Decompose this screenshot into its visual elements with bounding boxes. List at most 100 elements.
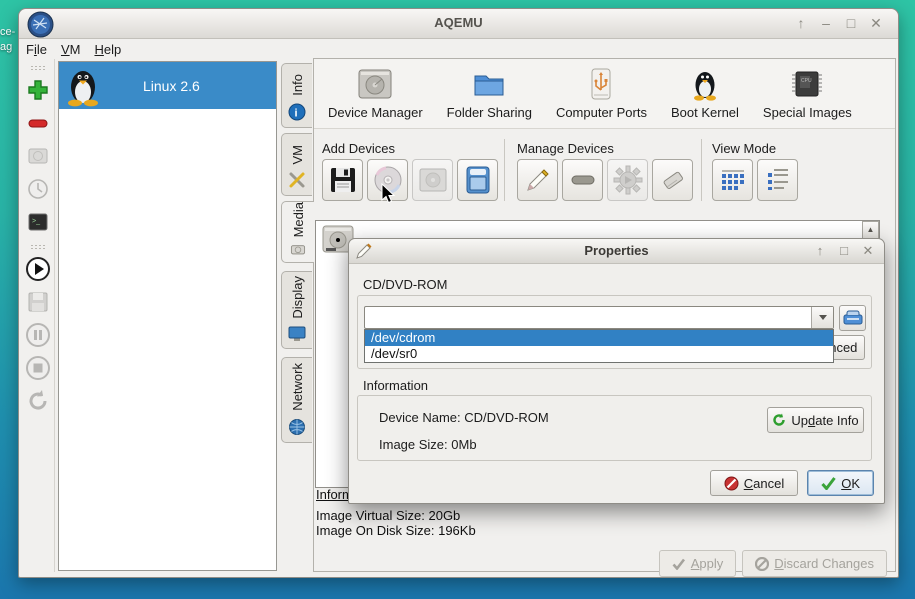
remove-device-button[interactable]	[562, 159, 603, 201]
combobox-dropdown-button[interactable]	[811, 307, 833, 328]
menu-file[interactable]: File	[26, 42, 47, 57]
menu-help[interactable]: Help	[94, 42, 121, 57]
shade-button[interactable]: ↑	[793, 14, 809, 32]
add-devices-label: Add Devices	[322, 141, 395, 156]
svg-text:>_: >_	[32, 218, 40, 225]
icon-grid-icon	[719, 166, 747, 194]
format-device-button[interactable]	[652, 159, 693, 201]
vm-list[interactable]: Linux 2.6	[58, 61, 277, 571]
info-icon: i	[288, 103, 306, 121]
device-path-dropdown[interactable]: /dev/cdrom /dev/sr0	[364, 329, 834, 363]
view-details-button[interactable]	[757, 159, 798, 201]
start-vm-button[interactable]	[25, 256, 51, 282]
properties-dialog: Properties ↑ □ ✕ CD/DVD-ROM Advanced /de…	[348, 238, 885, 504]
dialog-title: Properties	[349, 243, 884, 258]
image-virtual-size: Image Virtual Size: 20Gb	[316, 508, 460, 523]
floppy-icon	[329, 166, 357, 194]
tux-icon	[688, 68, 722, 102]
scroll-up-button[interactable]: ▲	[862, 221, 879, 239]
remove-pill-icon	[569, 166, 597, 194]
hdd-icon	[354, 68, 396, 102]
terminal-button[interactable]: >_	[25, 209, 51, 235]
toolbar-separator	[504, 139, 505, 201]
minimize-button[interactable]: –	[818, 14, 834, 32]
desktop: ce- ag AQEMU ↑ – □ ✕ File VM Help	[0, 0, 915, 599]
reset-vm-button[interactable]	[25, 388, 51, 414]
update-info-button[interactable]: Update Info	[767, 407, 864, 433]
vm-actions-toolbar: >_	[22, 59, 55, 572]
device-name-text: Device Name: CD/DVD-ROM	[379, 410, 549, 425]
tux-penguin-icon	[63, 65, 103, 107]
check-icon	[672, 558, 686, 570]
pause-vm-button[interactable]	[25, 322, 51, 348]
device-container-icon	[465, 165, 491, 195]
menubar: File VM Help	[19, 39, 898, 59]
hdd-button[interactable]	[25, 143, 51, 169]
remove-vm-button[interactable]	[25, 110, 51, 136]
desktop-icon-label-fragment: ag	[0, 41, 12, 53]
add-floppy-button[interactable]	[322, 159, 363, 201]
add-device-button[interactable]	[457, 159, 498, 201]
stop-vm-button[interactable]	[25, 355, 51, 381]
discard-changes-button[interactable]: Discard Changes	[742, 550, 887, 577]
image-size-text: Image Size: 0Mb	[379, 437, 477, 452]
dialog-close-button[interactable]: ✕	[860, 242, 876, 260]
cancel-icon	[724, 476, 739, 491]
view-icons-button[interactable]	[712, 159, 753, 201]
dialog-titlebar[interactable]: Properties ↑ □ ✕	[349, 239, 884, 264]
device-properties-button[interactable]	[607, 159, 648, 201]
menu-vm[interactable]: VM	[61, 42, 81, 57]
tools-icon	[288, 171, 306, 189]
tab-media[interactable]: Media	[281, 201, 314, 263]
svg-text:i: i	[295, 108, 298, 120]
mouse-cursor	[381, 183, 397, 205]
snapshot-clock-button[interactable]	[25, 176, 51, 202]
usb-icon	[580, 68, 622, 102]
toolbar-grip[interactable]	[30, 244, 46, 250]
eraser-icon	[659, 166, 687, 194]
tab-display[interactable]: Display	[281, 271, 312, 349]
dialog-shade-button[interactable]: ↑	[812, 242, 828, 260]
globe-icon	[288, 418, 306, 436]
manage-devices-label: Manage Devices	[517, 141, 614, 156]
window-title: AQEMU	[19, 15, 898, 30]
browse-image-button[interactable]	[839, 305, 866, 331]
computer-ports-button[interactable]: Computer Ports	[556, 59, 647, 128]
device-path-combobox[interactable]	[364, 306, 834, 329]
boot-kernel-button[interactable]: Boot Kernel	[671, 59, 739, 128]
cancel-circle-icon	[755, 557, 769, 571]
chip-icon: CPU	[788, 68, 826, 102]
detail-list-icon	[764, 166, 792, 194]
device-manager-button[interactable]: Device Manager	[328, 59, 423, 128]
toolbar-grip[interactable]	[30, 65, 46, 71]
dropdown-option-sr0[interactable]: /dev/sr0	[365, 346, 833, 362]
add-vm-button[interactable]	[25, 77, 51, 103]
chevron-down-icon	[819, 315, 827, 320]
edit-pencil-icon	[524, 166, 552, 194]
vm-name: Linux 2.6	[143, 78, 200, 94]
cancel-button[interactable]: Cancel	[710, 470, 798, 496]
special-images-button[interactable]: CPU Special Images	[763, 59, 852, 128]
folder-sharing-button[interactable]: Folder Sharing	[447, 59, 532, 128]
tab-info[interactable]: Info i	[281, 63, 312, 128]
dropdown-option-cdrom[interactable]: /dev/cdrom	[365, 330, 833, 346]
dialog-maximize-button[interactable]: □	[836, 242, 852, 260]
tab-vm[interactable]: VM	[281, 133, 312, 196]
close-button[interactable]: ✕	[868, 14, 884, 32]
edit-device-button[interactable]	[517, 159, 558, 201]
save-vm-button[interactable]	[25, 289, 51, 315]
toolbar-separator	[701, 139, 702, 201]
cddvd-group-label: CD/DVD-ROM	[363, 277, 448, 292]
vm-list-item-linux26[interactable]: Linux 2.6	[59, 62, 276, 109]
titlebar[interactable]: AQEMU ↑ – □ ✕	[19, 9, 898, 39]
gear-icon	[613, 165, 643, 195]
add-hdd-button[interactable]	[412, 159, 453, 201]
apply-button[interactable]: Apply	[659, 550, 737, 577]
image-disk-size: Image On Disk Size: 196Kb	[316, 523, 476, 538]
tab-network[interactable]: Network	[281, 357, 312, 443]
aqemu-logo-icon	[27, 11, 54, 38]
svg-text:CPU: CPU	[801, 78, 812, 84]
refresh-icon	[772, 413, 786, 427]
maximize-button[interactable]: □	[843, 14, 859, 32]
ok-button[interactable]: OK	[807, 470, 874, 496]
